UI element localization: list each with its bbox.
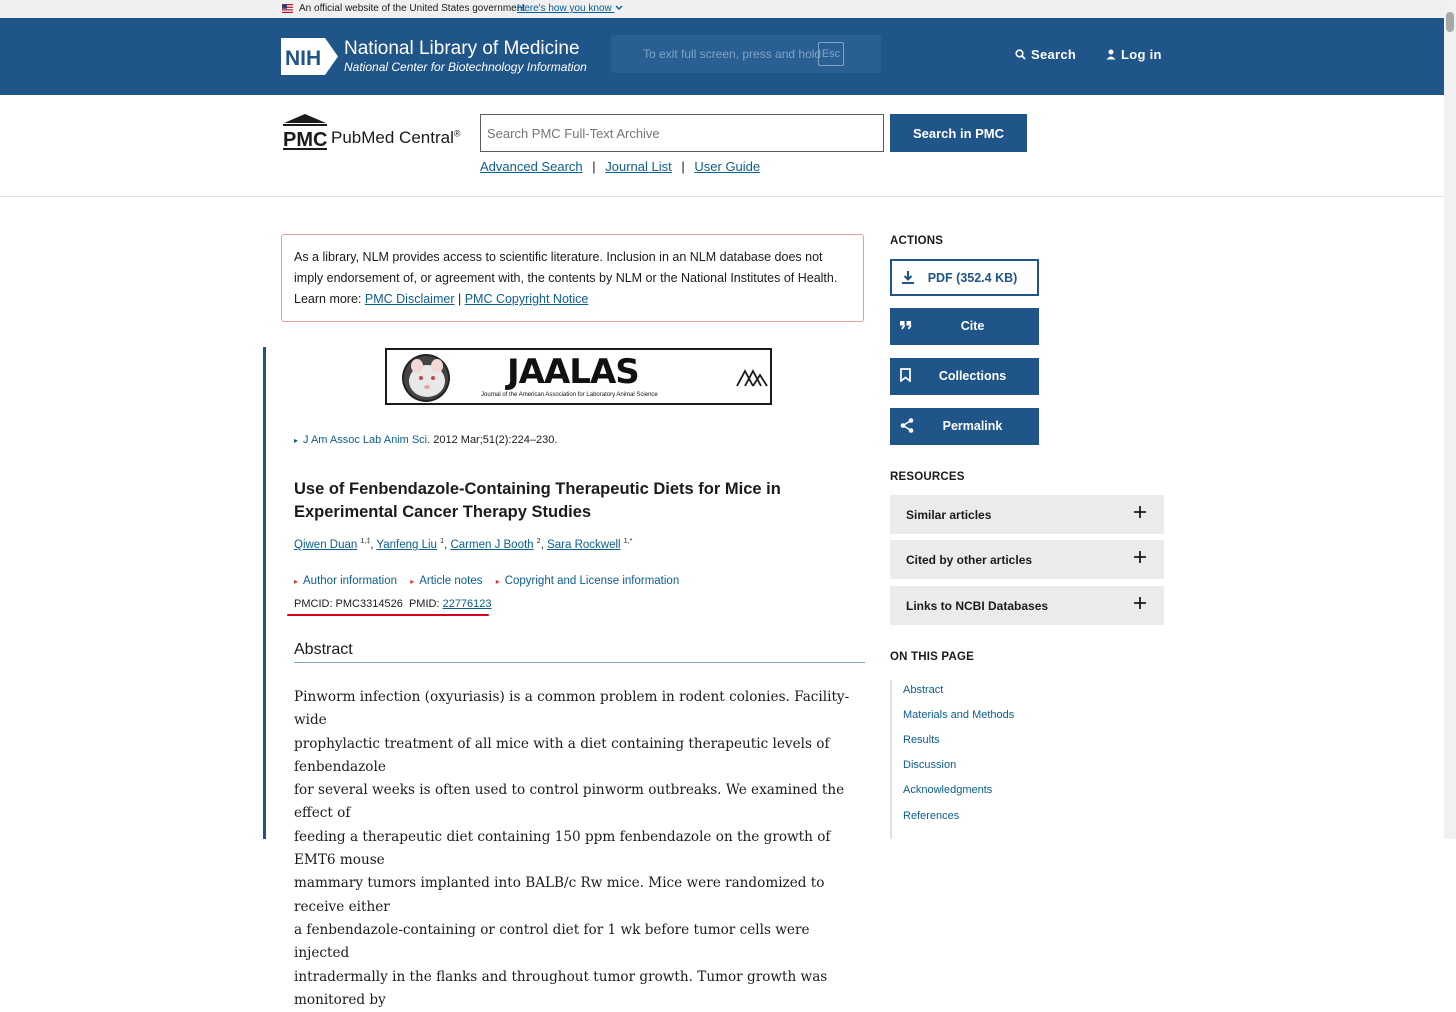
nih-subtitle: National Center for Biotechnology Inform…	[344, 60, 587, 74]
abstract-divider	[294, 662, 865, 663]
toc-link-discussion[interactable]: Discussion	[903, 759, 956, 771]
nlm-disclaimer: As a library, NLM provides access to sci…	[281, 234, 864, 322]
journal-banner[interactable]: JAALAS Journal of the American Associati…	[385, 348, 772, 405]
similar-articles-accordion[interactable]: Similar articles	[890, 495, 1164, 534]
toc-link-materials-methods[interactable]: Materials and Methods	[903, 709, 1014, 721]
pmc-sub-links: Advanced Search | Journal List | User Gu…	[480, 159, 760, 174]
header-search-button[interactable]: Search	[1015, 47, 1076, 62]
author-link[interactable]: Sara Rockwell	[547, 539, 621, 551]
triangle-right-icon: ▸	[410, 577, 415, 586]
us-flag-icon	[282, 4, 293, 13]
pmc-logo-text: PMC	[283, 129, 327, 151]
article-notes-toggle[interactable]: ▸ Article notes	[410, 575, 482, 587]
abstract-text: Pinworm infection (oxyuriasis) is a comm…	[294, 686, 860, 1012]
article-title: Use of Fenbendazole-Containing Therapeut…	[294, 480, 781, 521]
gov-banner-text: An official website of the United States…	[299, 3, 526, 14]
esc-key: Esc	[818, 42, 844, 66]
collections-button[interactable]: Collections	[890, 358, 1039, 395]
triangle-right-icon: ▸	[294, 436, 299, 445]
chevron-down-icon	[615, 5, 623, 10]
journal-banner-title: JAALAS	[507, 352, 640, 392]
toc-link-results[interactable]: Results	[903, 734, 940, 746]
citation-details: . 2012 Mar;51(2):224–230.	[427, 434, 558, 446]
mouse-image	[402, 354, 450, 402]
user-guide-link[interactable]: User Guide	[694, 159, 760, 174]
pmc-search-input[interactable]	[480, 114, 884, 152]
nih-logo-text: NIH	[285, 47, 321, 70]
plus-icon	[1134, 551, 1146, 563]
fullscreen-notice-text: To exit full screen, press and hold	[643, 47, 822, 61]
heres-how-you-know-link[interactable]: Here's how you know	[517, 0, 623, 18]
permalink-button[interactable]: Permalink	[890, 408, 1039, 445]
search-in-pmc-button[interactable]: Search in PMC	[890, 114, 1027, 152]
copyright-license-toggle[interactable]: ▸ Copyright and License information	[496, 575, 680, 587]
pmc-name[interactable]: PubMed Central®	[331, 128, 460, 148]
article-citation: ▸ J Am Assoc Lab Anim Sci. 2012 Mar;51(2)…	[294, 434, 557, 446]
triangle-right-icon: ▸	[495, 577, 500, 586]
journal-banner-subtitle: Journal of the American Association for …	[481, 392, 658, 398]
toc-link-acknowledgments[interactable]: Acknowledgments	[903, 784, 992, 796]
article-accent-bar	[263, 347, 266, 839]
pmc-logo[interactable]: PMC	[281, 113, 329, 151]
abstract-line: Pinworm infection (oxyuriasis) is a comm…	[294, 689, 850, 729]
advanced-search-link[interactable]: Advanced Search	[480, 159, 583, 174]
article-ids: PMCID: PMC3314526 PMID: 22776123	[294, 598, 492, 610]
abstract-heading: Abstract	[294, 641, 353, 658]
article-meta-links: ▸ Author information ▸ Article notes ▸ Copy…	[294, 575, 689, 587]
gov-banner: An official website of the United States…	[0, 0, 1444, 18]
on-this-page-heading: ON THIS PAGE	[890, 651, 974, 663]
author-link[interactable]: Qiwen Duan	[294, 539, 357, 551]
toc-link-references[interactable]: References	[903, 810, 959, 822]
author-link[interactable]: Carmen J Booth	[450, 539, 533, 551]
fullscreen-notice: To exit full screen, press and hold Esc	[611, 35, 881, 73]
link-separator: |	[681, 159, 685, 174]
plus-icon	[1134, 506, 1146, 518]
abstract-line: feeding a therapeutic diet containing 15…	[294, 828, 831, 869]
pdf-download-button[interactable]: PDF (352.4 KB)	[890, 259, 1039, 296]
nih-title[interactable]: National Library of Medicine	[344, 39, 580, 59]
red-annotation-underline	[287, 614, 489, 616]
journal-name-link[interactable]: J Am Assoc Lab Anim Sci	[303, 434, 427, 446]
scrollbar-thumb[interactable]	[1446, 12, 1454, 32]
scrollbar-track[interactable]	[1444, 0, 1456, 839]
ncbi-links-accordion[interactable]: Links to NCBI Databases	[890, 586, 1164, 625]
cited-by-accordion[interactable]: Cited by other articles	[890, 540, 1164, 579]
pmid-label: PMID:	[408, 598, 440, 610]
plus-icon	[1134, 597, 1146, 609]
pmid-link[interactable]: 22776123	[443, 598, 492, 610]
nih-logo[interactable]: NIH	[281, 38, 339, 75]
abstract-line: prophylactic treatment of all mice with …	[294, 735, 830, 775]
disclaimer-line: imply endorsement of, or agreement with,…	[294, 271, 838, 285]
pmc-search-bar: PMC PubMed Central® Search in PMC Advanc…	[0, 95, 1444, 197]
abstract-line: for several weeks is often used to contr…	[294, 782, 845, 822]
author-link[interactable]: Yanfeng Liu	[376, 539, 437, 551]
triangle-right-icon: ▸	[294, 577, 299, 586]
pmcid: PMCID: PMC3314526	[294, 598, 403, 610]
author-information-toggle[interactable]: ▸ Author information	[294, 575, 397, 587]
disclaimer-learn-more: Learn more: PMC Disclaimer | PMC Copyrig…	[294, 292, 589, 306]
user-icon	[1106, 49, 1116, 60]
toc-link-abstract[interactable]: Abstract	[903, 684, 943, 696]
disclaimer-line: As a library, NLM provides access to sci…	[294, 250, 823, 264]
author-list: Qiwen Duan 1,‡, Yanfeng Liu 1, Carmen J …	[294, 538, 633, 551]
abstract-line: a fenbendazole-containing or control die…	[294, 921, 810, 962]
resources-heading: RESOURCES	[890, 471, 965, 483]
pmc-disclaimer-link[interactable]: PMC Disclaimer	[365, 292, 455, 306]
abstract-line: mammary tumors implanted into BALB/c Rw …	[294, 875, 825, 915]
aalas-mark-icon	[736, 369, 768, 387]
abstract-line: intradermally in the flanks and througho…	[294, 968, 828, 1008]
pmc-copyright-notice-link[interactable]: PMC Copyright Notice	[465, 292, 589, 306]
journal-list-link[interactable]: Journal List	[605, 159, 671, 174]
nih-header: NIH National Library of Medicine Nationa…	[0, 18, 1444, 95]
actions-heading: ACTIONS	[890, 235, 944, 247]
cite-button[interactable]: Cite	[890, 308, 1039, 345]
on-this-page-rule	[890, 680, 892, 839]
link-separator: |	[592, 159, 596, 174]
header-login-button[interactable]: Log in	[1106, 47, 1162, 62]
search-icon	[1015, 49, 1026, 60]
